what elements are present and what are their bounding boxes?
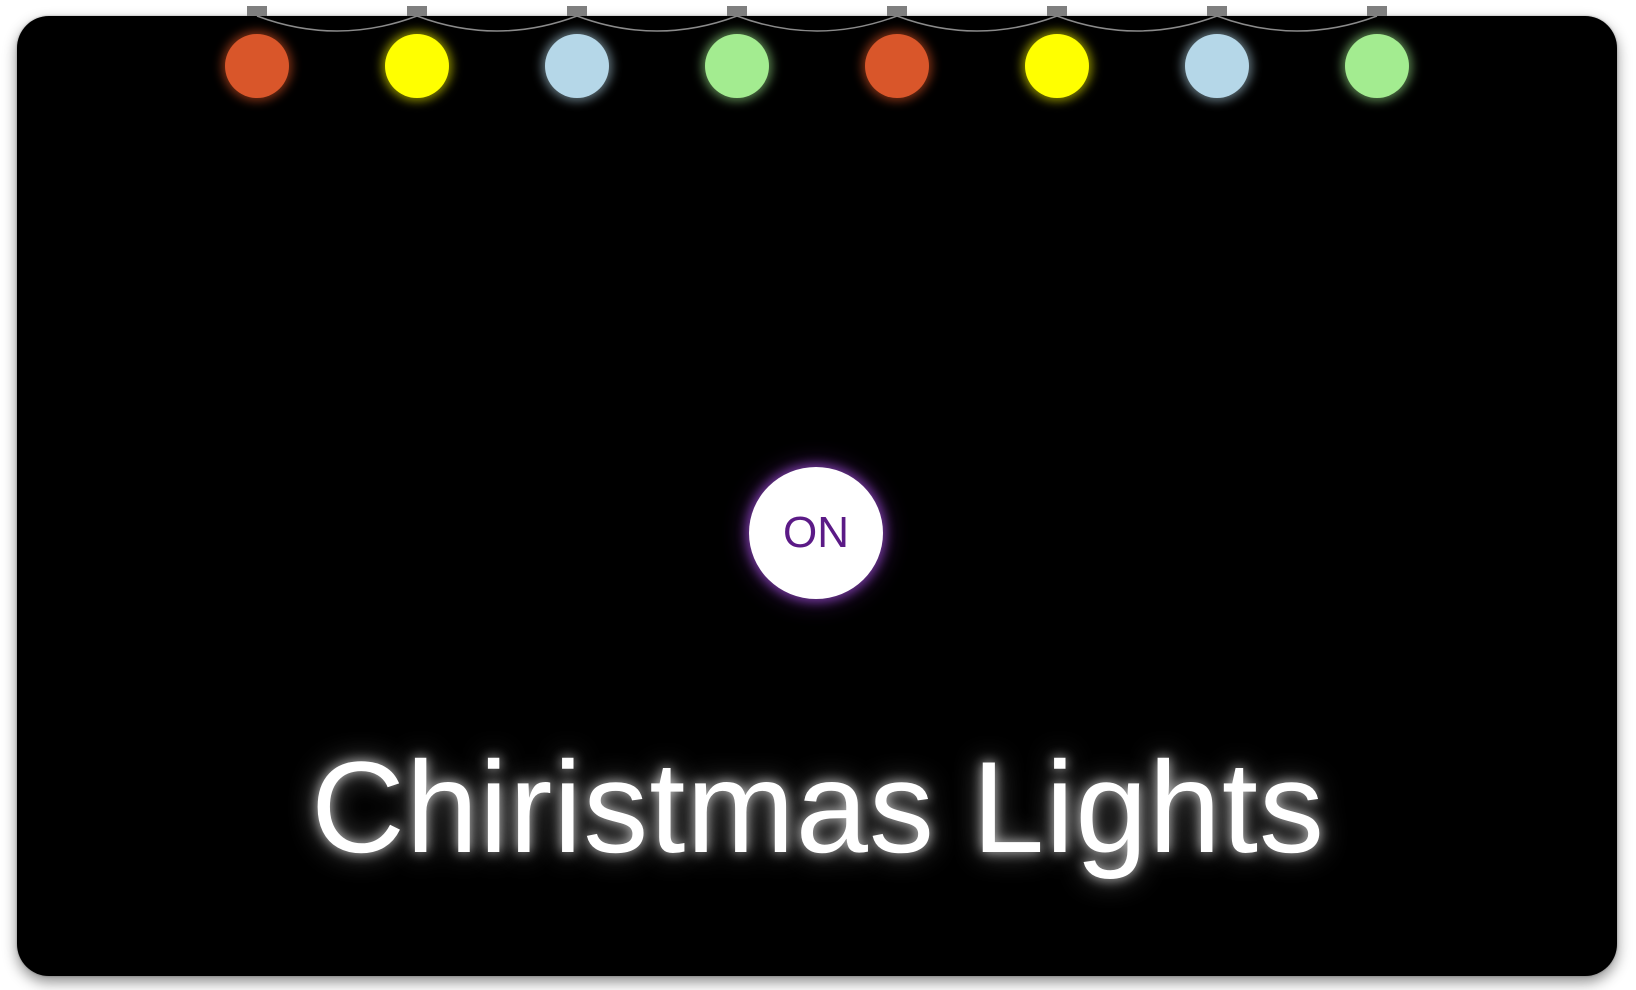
blue-bulb bbox=[545, 34, 609, 98]
power-toggle-button[interactable]: ON bbox=[749, 467, 883, 599]
blue-bulb bbox=[1185, 34, 1249, 98]
bulb-socket bbox=[407, 6, 427, 16]
bulb-socket bbox=[887, 6, 907, 16]
bulb-socket bbox=[1207, 6, 1227, 16]
yellow-bulb bbox=[1025, 34, 1089, 98]
bulb-socket bbox=[1047, 6, 1067, 16]
bulb-socket bbox=[1367, 6, 1387, 16]
page-title: Chiristmas Lights bbox=[311, 734, 1325, 880]
red-bulb bbox=[225, 34, 289, 98]
yellow-bulb bbox=[385, 34, 449, 98]
red-bulb bbox=[865, 34, 929, 98]
bulb-socket bbox=[567, 6, 587, 16]
power-button-label: ON bbox=[783, 508, 849, 557]
bulb-socket bbox=[727, 6, 747, 16]
green-bulb bbox=[705, 34, 769, 98]
bulb-socket bbox=[247, 6, 267, 16]
green-bulb bbox=[1345, 34, 1409, 98]
